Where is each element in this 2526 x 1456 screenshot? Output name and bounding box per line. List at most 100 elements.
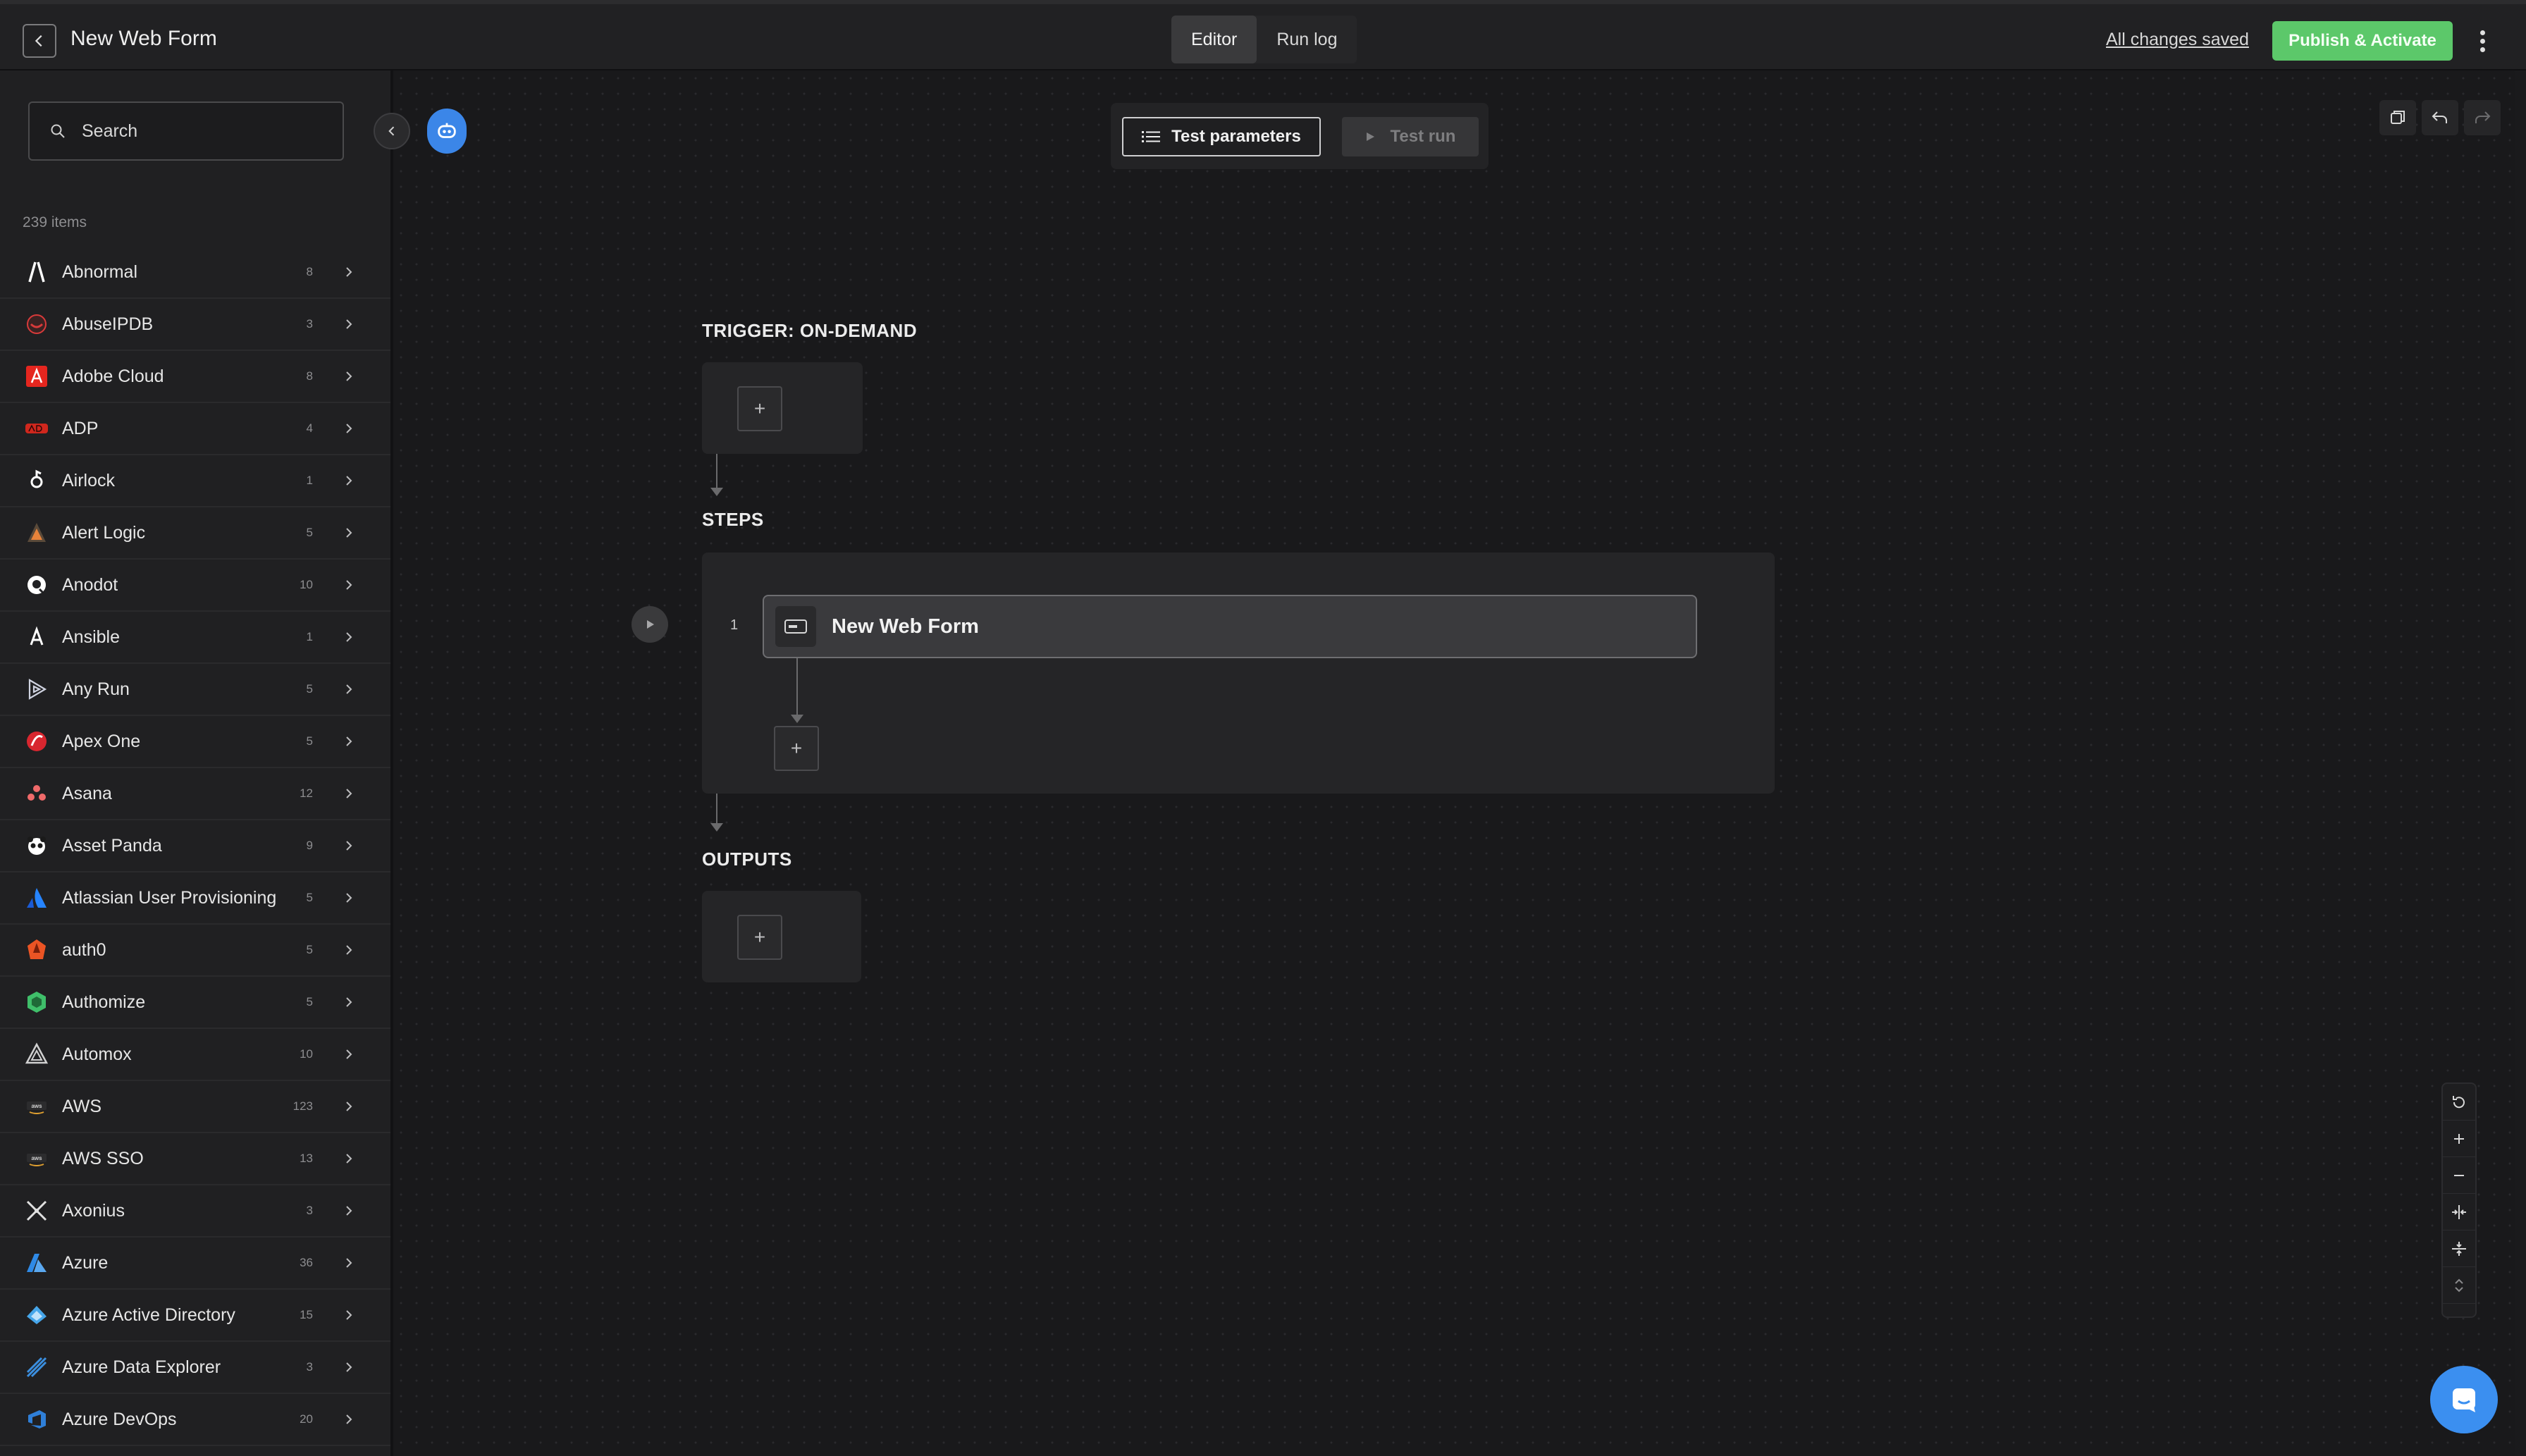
search-icon xyxy=(51,124,65,138)
sidebar-item-azure[interactable]: Azure 36 xyxy=(0,1238,390,1290)
sidebar-item-count: 10 xyxy=(300,1047,313,1061)
copy-button[interactable] xyxy=(2379,100,2416,135)
sidebar-item-label: AWS SSO xyxy=(62,1148,144,1168)
sidebar-item-label: Asset Panda xyxy=(62,835,162,856)
zoom-controls xyxy=(2441,1082,2477,1318)
sidebar-item-count: 5 xyxy=(306,995,313,1008)
abuseipdb-icon xyxy=(24,311,49,337)
sidebar-item-abnormal[interactable]: Abnormal 8 xyxy=(0,247,390,299)
add-output-button[interactable]: + xyxy=(737,915,782,960)
sidebar-item-count: 3 xyxy=(306,1204,313,1217)
more-options-icon[interactable] xyxy=(2472,24,2492,58)
undo-button[interactable] xyxy=(2422,100,2458,135)
integrations-sidebar: 239 items Abnormal 8 AbuseIPDB 3 Adobe Cloud… xyxy=(0,70,393,1456)
axonius-icon xyxy=(24,1198,49,1223)
chevron-right-icon xyxy=(343,1257,355,1269)
sidebar-item-label: Automox xyxy=(62,1044,132,1064)
sidebar-item-axonius[interactable]: Axonius 3 xyxy=(0,1185,390,1238)
step-card-new-web-form[interactable]: New Web Form xyxy=(763,595,1697,658)
zoom-out-button[interactable] xyxy=(2443,1157,2475,1194)
chevron-right-icon xyxy=(343,1152,355,1165)
connector-arrow xyxy=(710,488,723,496)
sidebar-item-ansible[interactable]: Ansible 1 xyxy=(0,612,390,664)
add-step-button[interactable]: + xyxy=(774,726,819,771)
sidebar-item-label: Axonius xyxy=(62,1200,125,1221)
redo-button[interactable] xyxy=(2464,100,2501,135)
sidebar-item-count: 8 xyxy=(306,265,313,278)
sidebar-item-label: Adobe Cloud xyxy=(62,366,164,386)
chevron-right-icon xyxy=(343,1100,355,1113)
sidebar-item-azure-devops[interactable]: Azure DevOps 20 xyxy=(0,1394,390,1446)
sidebar-item-automox[interactable]: Automox 10 xyxy=(0,1029,390,1081)
reset-view-button[interactable] xyxy=(2443,1084,2475,1121)
sidebar-item-aws[interactable]: aws AWS 123 xyxy=(0,1081,390,1133)
chevron-right-icon xyxy=(343,266,355,278)
sidebar-item-count: 1 xyxy=(306,474,313,487)
sidebar-item-count: 4 xyxy=(306,421,313,435)
sidebar-item-any-run[interactable]: Any Run 5 xyxy=(0,664,390,716)
test-parameters-button[interactable]: Test parameters xyxy=(1122,117,1321,156)
sidebar-item-count: 5 xyxy=(306,734,313,748)
play-icon xyxy=(1366,132,1374,141)
back-button[interactable] xyxy=(23,24,56,58)
publish-activate-button[interactable]: Publish & Activate xyxy=(2272,21,2453,61)
sidebar-item-abuseipdb[interactable]: AbuseIPDB 3 xyxy=(0,299,390,351)
expand-collapse-button[interactable] xyxy=(2443,1267,2475,1304)
search-box[interactable] xyxy=(28,101,344,161)
sidebar-item-label: Apex One xyxy=(62,731,141,751)
sidebar-item-adp[interactable]: ADP 4 xyxy=(0,403,390,455)
sidebar-item-label: AbuseIPDB xyxy=(62,314,154,334)
add-trigger-button[interactable]: + xyxy=(737,386,782,431)
chevron-right-icon xyxy=(343,839,355,852)
chat-support-button[interactable] xyxy=(2430,1366,2498,1433)
atlassian-icon xyxy=(24,885,49,911)
sidebar-item-adobe-cloud[interactable]: Adobe Cloud 8 xyxy=(0,351,390,403)
copy-icon xyxy=(2391,111,2405,124)
sidebar-item-label: Authomize xyxy=(62,992,146,1012)
tab-run-log[interactable]: Run log xyxy=(1257,16,1357,63)
chevron-right-icon xyxy=(343,474,355,487)
steps-block xyxy=(702,553,1775,794)
sidebar-item-airlock[interactable]: Airlock 1 xyxy=(0,455,390,507)
run-step-button[interactable] xyxy=(632,606,668,643)
fit-width-button[interactable] xyxy=(2443,1194,2475,1230)
sidebar-item-aws-sso[interactable]: aws AWS SSO 13 xyxy=(0,1133,390,1185)
chevron-right-icon xyxy=(343,996,355,1008)
adobe-icon xyxy=(24,364,49,389)
collapse-sidebar-button[interactable] xyxy=(374,113,410,149)
step-label: New Web Form xyxy=(832,615,979,638)
sidebar-item-asana[interactable]: Asana 12 xyxy=(0,768,390,820)
chevron-right-icon xyxy=(343,1413,355,1426)
fit-height-button[interactable] xyxy=(2443,1230,2475,1267)
sidebar-item-alert-logic[interactable]: Alert Logic 5 xyxy=(0,507,390,560)
play-icon xyxy=(647,620,654,629)
chevron-left-icon xyxy=(35,35,42,47)
test-run-button[interactable]: Test run xyxy=(1342,117,1479,156)
fit-height-icon xyxy=(2452,1241,2466,1256)
sidebar-item-azure-active-directory[interactable]: Azure Active Directory 15 xyxy=(0,1290,390,1342)
sidebar-item-label: Airlock xyxy=(62,470,116,491)
save-status-link[interactable]: All changes saved xyxy=(2106,30,2249,50)
top-bar: New Web Form Editor Run log All changes … xyxy=(0,0,2526,70)
assistant-bot-icon[interactable] xyxy=(427,109,467,154)
chevron-right-icon xyxy=(343,631,355,643)
view-tabs: Editor Run log xyxy=(1171,16,1357,63)
sidebar-item-asset-panda[interactable]: Asset Panda 9 xyxy=(0,820,390,872)
sidebar-item-auth0[interactable]: auth0 5 xyxy=(0,925,390,977)
sidebar-item-apex-one[interactable]: Apex One 5 xyxy=(0,716,390,768)
sidebar-item-count: 10 xyxy=(300,578,313,591)
ansible-icon xyxy=(24,624,49,650)
sidebar-item-authomize[interactable]: Authomize 5 xyxy=(0,977,390,1029)
connector-line xyxy=(716,454,717,489)
sidebar-item-azure-data-explorer[interactable]: Azure Data Explorer 3 xyxy=(0,1342,390,1394)
zoom-in-button[interactable] xyxy=(2443,1121,2475,1157)
search-input[interactable] xyxy=(82,121,321,142)
sidebar-item-count: 3 xyxy=(306,1360,313,1374)
sidebar-item-atlassian-user-provisioning[interactable]: Atlassian User Provisioning 5 xyxy=(0,872,390,925)
airlock-icon xyxy=(24,468,49,493)
sidebar-item-anodot[interactable]: Anodot 10 xyxy=(0,560,390,612)
tab-editor[interactable]: Editor xyxy=(1171,16,1257,63)
steps-section-label: STEPS xyxy=(702,509,764,530)
sidebar-item-label: Asana xyxy=(62,783,112,803)
svg-text:aws: aws xyxy=(31,1103,42,1109)
